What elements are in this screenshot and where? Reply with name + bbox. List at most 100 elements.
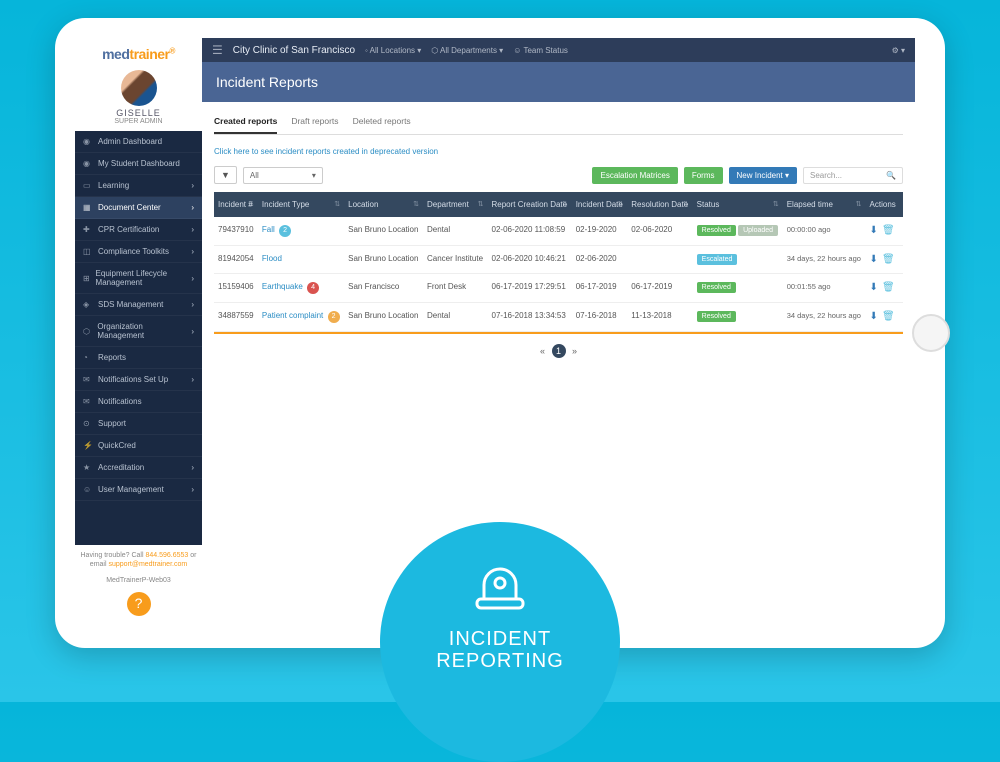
sidebar-item-compliance-toolkits[interactable]: ◫Compliance Toolkits› <box>75 241 202 263</box>
status-badge: Resolved <box>697 282 736 293</box>
col-actions[interactable]: Actions <box>866 192 903 217</box>
sidebar-item-notifications-set-up[interactable]: ✉Notifications Set Up› <box>75 369 202 391</box>
col-location[interactable]: Location <box>344 192 423 217</box>
nav-icon: ◔ <box>83 353 93 362</box>
pager-page-1[interactable]: 1 <box>552 344 566 358</box>
sidebar: medtrainer® GISELLE SUPER ADMIN ◉Admin D… <box>75 38 202 628</box>
cell-incident-date: 02-06-2020 <box>572 246 628 274</box>
sidebar-item-label: Learning <box>98 181 129 190</box>
logo-part1: med <box>102 46 129 62</box>
topbar: ☰ City Clinic of San Francisco ◦ All Loc… <box>202 38 915 62</box>
col-report-creation-date[interactable]: Report Creation Date <box>488 192 572 217</box>
cell-resolution <box>627 246 692 274</box>
download-icon[interactable]: ⬇ <box>870 311 878 322</box>
cell-incident-id: 81942054 <box>214 246 258 274</box>
tablet-home-button[interactable] <box>912 314 950 352</box>
nav-icon: ⬡ <box>83 327 92 336</box>
cell-incident-date: 07-16-2018 <box>572 303 628 332</box>
incident-type-link[interactable]: Patient complaint <box>262 311 323 320</box>
download-icon[interactable]: ⬇ <box>870 282 878 293</box>
filter-icon[interactable]: ▼ <box>214 166 237 184</box>
menu-icon[interactable]: ☰ <box>212 43 223 57</box>
pager-next[interactable]: » <box>572 346 577 356</box>
footer-phone-link[interactable]: 844.596.6553 <box>145 552 188 559</box>
topbar-filter-team[interactable]: ☺ Team Status <box>513 46 568 55</box>
tab-deleted-reports[interactable]: Deleted reports <box>353 116 411 134</box>
sidebar-item-admin-dashboard[interactable]: ◉Admin Dashboard <box>75 131 202 153</box>
sidebar-item-label: Reports <box>98 353 126 362</box>
forms-button[interactable]: Forms <box>684 167 723 184</box>
promo-line-2: REPORTING <box>436 650 564 672</box>
cell-location: San Bruno Location <box>344 217 423 246</box>
chevron-right-icon: › <box>191 375 194 384</box>
sidebar-item-quickcred[interactable]: ⚡QuickCred <box>75 435 202 457</box>
tab-created-reports[interactable]: Created reports <box>214 116 277 134</box>
sidebar-item-sds-management[interactable]: ◈SDS Management› <box>75 294 202 316</box>
footer-email-link[interactable]: support@medtrainer.com <box>108 561 187 568</box>
deprecated-version-link[interactable]: Click here to see incident reports creat… <box>214 139 903 166</box>
sidebar-item-support[interactable]: ⊙Support <box>75 413 202 435</box>
topbar-filter-locations[interactable]: ◦ All Locations ▾ <box>365 46 421 55</box>
sidebar-item-organization-management[interactable]: ⬡Organization Management› <box>75 316 202 347</box>
col-status[interactable]: Status <box>693 192 783 217</box>
count-badge: 2 <box>328 311 340 323</box>
chevron-right-icon: › <box>191 485 194 494</box>
cell-incident-type: Flood <box>258 246 344 274</box>
sidebar-item-my-student-dashboard[interactable]: ◉My Student Dashboard <box>75 153 202 175</box>
incident-type-link[interactable]: Flood <box>262 254 282 263</box>
sidebar-item-notifications[interactable]: ✉Notifications <box>75 391 202 413</box>
nav-icon: ◉ <box>83 137 93 146</box>
cell-incident-date: 02-19-2020 <box>572 217 628 246</box>
new-incident-button[interactable]: New Incident ▾ <box>729 167 797 184</box>
sidebar-item-label: User Management <box>98 485 164 494</box>
help-fab-button[interactable]: ? <box>127 592 151 616</box>
delete-icon[interactable]: 🗑 <box>882 254 895 265</box>
user-name: GISELLE <box>75 108 202 118</box>
topbar-filter-departments[interactable]: ⬡ All Departments ▾ <box>431 46 503 55</box>
download-icon[interactable]: ⬇ <box>870 225 878 236</box>
nav-icon: ◈ <box>83 300 93 309</box>
cell-department: Dental <box>423 303 488 332</box>
sidebar-item-equipment-lifecycle-management[interactable]: ⊞Equipment Lifecycle Management› <box>75 263 202 294</box>
sidebar-item-label: Support <box>98 419 126 428</box>
avatar[interactable] <box>121 70 157 106</box>
sidebar-item-learning[interactable]: ▭Learning› <box>75 175 202 197</box>
delete-icon[interactable]: 🗑 <box>882 282 895 293</box>
escalation-matrices-button[interactable]: Escalation Matrices <box>592 167 677 184</box>
sidebar-item-cpr-certification[interactable]: ✚CPR Certification› <box>75 219 202 241</box>
search-input[interactable]: Search...🔍 <box>803 167 903 184</box>
col-incident-type[interactable]: Incident Type <box>258 192 344 217</box>
nav-icon: ◫ <box>83 247 93 256</box>
filter-select[interactable]: All▾ <box>243 167 323 184</box>
cell-department: Cancer Institute <box>423 246 488 274</box>
col-department[interactable]: Department <box>423 192 488 217</box>
gear-icon[interactable]: ⚙ ▾ <box>892 46 905 55</box>
status-badge: Escalated <box>697 254 738 265</box>
incident-type-link[interactable]: Earthquake <box>262 282 303 291</box>
sidebar-item-accreditation[interactable]: ★Accreditation› <box>75 457 202 479</box>
delete-icon[interactable]: 🗑 <box>882 311 895 322</box>
download-icon[interactable]: ⬇ <box>870 254 878 265</box>
pagination: « 1 » <box>214 334 903 368</box>
cell-actions: ⬇🗑 <box>866 274 903 303</box>
count-badge: 2 <box>279 225 291 237</box>
sidebar-item-label: SDS Management <box>98 300 163 309</box>
clinic-name: City Clinic of San Francisco <box>233 45 355 56</box>
col-elapsed-time[interactable]: Elapsed time <box>783 192 866 217</box>
col-incident-date[interactable]: Incident Date <box>572 192 628 217</box>
incidents-table: Incident #Incident TypeLocationDepartmen… <box>214 192 903 332</box>
sidebar-item-user-management[interactable]: ☺User Management› <box>75 479 202 501</box>
delete-icon[interactable]: 🗑 <box>882 225 895 236</box>
sidebar-item-reports[interactable]: ◔ Reports <box>75 347 202 369</box>
nav-icon: ★ <box>83 463 93 472</box>
sidebar-item-document-center[interactable]: ▦Document Center› <box>75 197 202 219</box>
col-resolution-date[interactable]: Resolution Date <box>627 192 692 217</box>
chevron-right-icon: › <box>191 463 194 472</box>
cell-elapsed: 00:00:00 ago <box>783 217 866 246</box>
incident-type-link[interactable]: Fall <box>262 225 275 234</box>
pager-prev[interactable]: « <box>540 346 545 356</box>
tab-draft-reports[interactable]: Draft reports <box>291 116 338 134</box>
cell-created: 02-06-2020 10:46:21 <box>488 246 572 274</box>
page-title: Incident Reports <box>202 62 915 102</box>
col-incident-[interactable]: Incident # <box>214 192 258 217</box>
